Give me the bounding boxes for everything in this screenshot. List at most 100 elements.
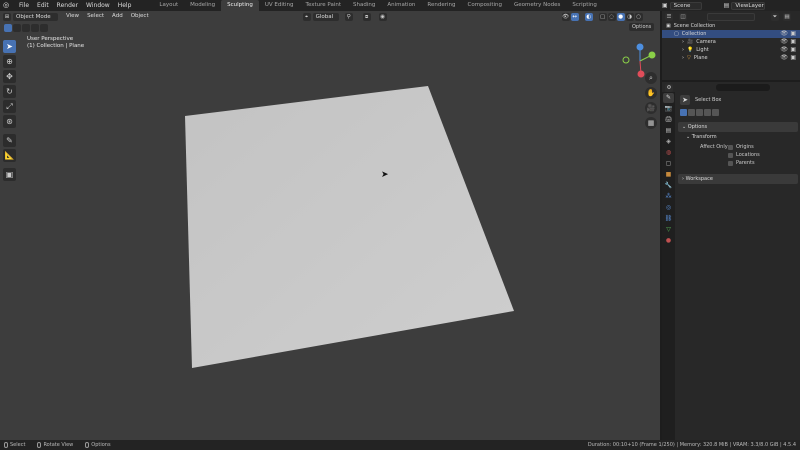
visibility-icon[interactable]: 👁 [561, 12, 570, 21]
chevron-right-icon[interactable]: › [682, 55, 684, 61]
menu-render[interactable]: Render [53, 0, 82, 11]
particles-tab-icon[interactable]: ⁂ [663, 192, 674, 202]
tab-geometry-nodes[interactable]: Geometry Nodes [508, 0, 566, 11]
viewport-menu-add[interactable]: Add [108, 11, 127, 22]
checkbox-box[interactable] [728, 152, 733, 158]
select-mode-new-icon[interactable] [4, 23, 12, 32]
new-collection-icon[interactable]: ▤ [783, 12, 791, 21]
transform-orientation-icon[interactable]: ⌖ [302, 12, 311, 21]
properties-search[interactable] [716, 84, 770, 91]
viewport-menu-view[interactable]: View [62, 11, 83, 22]
properties-editor-icon[interactable]: ⚙ [665, 83, 673, 92]
visibility-eye-icon[interactable]: 👁 [780, 30, 788, 38]
tab-layout[interactable]: Layout [153, 0, 184, 11]
move-tool-icon[interactable]: ✥ [3, 70, 16, 83]
z-axis-handle[interactable] [636, 43, 644, 51]
outliner-row[interactable]: › 💡 Light 👁 ▣ [662, 46, 800, 54]
render-visibility-icon[interactable]: ▣ [790, 30, 796, 38]
render-visibility-icon[interactable]: ▣ [790, 54, 796, 62]
options-button[interactable]: Options [629, 23, 655, 31]
mode-invert-icon[interactable] [704, 109, 711, 116]
select-box-tool-icon[interactable]: ➤ [3, 40, 16, 53]
constraints-tab-icon[interactable]: ⛓ [663, 214, 674, 224]
view-layer-tab-icon[interactable]: ▤ [663, 126, 674, 136]
tab-modeling[interactable]: Modeling [184, 0, 221, 11]
tab-rendering[interactable]: Rendering [421, 0, 461, 11]
y-axis-handle[interactable] [648, 51, 656, 59]
transform-tool-icon[interactable]: ⊛ [3, 115, 16, 128]
transform-orientation-dropdown[interactable]: Global [312, 12, 339, 21]
tool-tab-icon[interactable]: ✎ [663, 93, 674, 103]
chevron-right-icon[interactable]: › [682, 47, 684, 53]
measure-tool-icon[interactable]: 📐 [3, 149, 16, 162]
tab-texture-paint[interactable]: Texture Paint [300, 0, 348, 11]
visibility-eye-icon[interactable]: 👁 [780, 54, 788, 62]
world-tab-icon[interactable]: ◍ [663, 148, 674, 158]
visibility-eye-icon[interactable]: 👁 [780, 38, 788, 46]
chevron-right-icon[interactable]: › [682, 39, 684, 45]
checkbox-box[interactable] [728, 160, 733, 166]
view-layer-field[interactable]: ViewLayer [731, 1, 766, 10]
menu-window[interactable]: Window [82, 0, 114, 11]
rotate-tool-icon[interactable]: ↻ [3, 85, 16, 98]
outliner-row[interactable]: ▢ Collection 👁 ▣ [662, 30, 800, 38]
outliner-row[interactable]: › 🎥 Camera 👁 ▣ [662, 38, 800, 46]
object-tab-icon[interactable]: ■ [663, 170, 674, 180]
select-mode-intersect-icon[interactable] [40, 23, 48, 32]
output-tab-icon[interactable]: 🖨 [663, 115, 674, 125]
select-mode-subtract-icon[interactable] [22, 23, 30, 32]
viewport-menu-object[interactable]: Object [127, 11, 153, 22]
scene-name-field[interactable]: Scene [669, 1, 702, 10]
tab-sculpting[interactable]: Sculpting [221, 0, 259, 11]
filter-icon[interactable]: ⏷ [771, 12, 779, 21]
editor-type-icon[interactable]: ⊞ [3, 12, 11, 21]
collection-tab-icon[interactable]: ▢ [663, 159, 674, 169]
proportional-edit-icon[interactable]: ◉ [378, 12, 387, 21]
pan-hand-icon[interactable]: ✋ [645, 87, 657, 99]
mode-dropdown[interactable]: Object Mode [13, 12, 58, 21]
checkbox-origins[interactable]: Origins [728, 144, 754, 150]
xray-toggle-icon[interactable]: ▢ [598, 12, 607, 21]
menu-edit[interactable]: Edit [33, 0, 53, 11]
mode-extend-icon[interactable] [688, 109, 695, 116]
shading-wireframe-icon[interactable]: ◌ [607, 12, 616, 21]
transform-subpanel-header[interactable]: ⌄ Transform [678, 132, 798, 142]
snap-icon[interactable]: ⧈ [362, 12, 371, 21]
mode-intersect-icon[interactable] [712, 109, 719, 116]
render-tab-icon[interactable]: 📷 [663, 104, 674, 114]
gizmo-toggle-icon[interactable]: ↔ [570, 12, 579, 21]
visibility-eye-icon[interactable]: 👁 [780, 46, 788, 54]
options-panel-header[interactable]: ⌄ Options [678, 122, 798, 132]
display-mode-icon[interactable]: ◫ [679, 12, 687, 21]
tab-scripting[interactable]: Scripting [566, 0, 602, 11]
outliner-editor-icon[interactable]: ☰ [665, 12, 673, 21]
select-mode-invert-icon[interactable] [31, 23, 39, 32]
material-tab-icon[interactable]: ● [663, 236, 674, 246]
tab-compositing[interactable]: Compositing [462, 0, 508, 11]
tab-shading[interactable]: Shading [347, 0, 381, 11]
mode-set-icon[interactable] [680, 109, 687, 116]
shading-solid-icon[interactable]: ● [616, 12, 625, 21]
neg-y-axis-handle[interactable] [622, 56, 630, 64]
menu-help[interactable]: Help [114, 0, 136, 11]
add-cube-tool-icon[interactable]: ▣ [3, 168, 16, 181]
annotate-tool-icon[interactable]: ✎ [3, 134, 16, 147]
x-axis-handle[interactable] [637, 70, 645, 78]
scale-tool-icon[interactable]: ⤢ [3, 100, 16, 113]
checkbox-parents[interactable]: Parents [728, 160, 755, 166]
camera-view-icon[interactable]: 🎥 [645, 102, 657, 114]
shading-rendered-icon[interactable]: ○ [634, 12, 643, 21]
select-mode-extend-icon[interactable] [13, 23, 21, 32]
outliner-row[interactable]: ▣ Scene Collection [662, 22, 800, 30]
tab-uv-editing[interactable]: UV Editing [259, 0, 300, 11]
outliner-search[interactable] [707, 12, 755, 21]
plane-mesh[interactable] [0, 11, 660, 440]
data-tab-icon[interactable]: ▽ [663, 225, 674, 235]
checkbox-locations[interactable]: Locations [728, 152, 760, 158]
overlays-toggle-icon[interactable]: ◐ [584, 12, 593, 21]
tab-animation[interactable]: Animation [381, 0, 421, 11]
modifiers-tab-icon[interactable]: 🔧 [663, 181, 674, 191]
zoom-icon[interactable]: ⌕ [645, 72, 657, 84]
render-visibility-icon[interactable]: ▣ [790, 38, 796, 46]
checkbox-box[interactable] [728, 144, 733, 150]
